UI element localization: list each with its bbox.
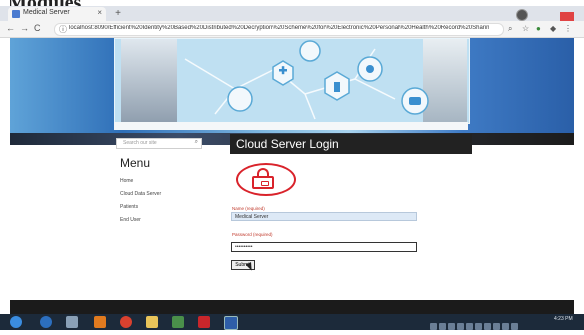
browser-tabbar: Medical Server × + — [0, 6, 584, 22]
search-placeholder: Search our site — [123, 140, 157, 146]
header-banner-image — [114, 38, 470, 124]
medical-network-graphic — [184, 40, 429, 120]
lock-icon — [236, 163, 296, 196]
folder-icon[interactable] — [146, 316, 158, 328]
password-label: Password (required) — [232, 232, 273, 237]
page-footer — [10, 300, 574, 314]
tray-icon[interactable] — [493, 323, 500, 330]
search-icon[interactable]: ⌕ — [195, 139, 198, 146]
tray-icon[interactable] — [439, 323, 446, 330]
tab-title: Medical Server — [23, 9, 70, 16]
extension-icon-2[interactable]: ◆ — [550, 24, 556, 33]
zoom-icon[interactable]: ⌕ — [508, 24, 512, 34]
tray-icon[interactable] — [511, 323, 518, 330]
firefox-icon[interactable] — [94, 316, 106, 328]
bookmark-star-icon[interactable]: ☆ — [522, 24, 529, 33]
chrome-icon[interactable] — [120, 316, 132, 328]
address-bar[interactable]: ⓘ localhost:8090/Efficient%20Identity%20… — [54, 23, 504, 36]
tab-close-icon[interactable]: × — [97, 8, 102, 17]
tray-icon[interactable] — [502, 323, 509, 330]
explorer-icon[interactable] — [66, 316, 78, 328]
menu-item-home[interactable]: Home — [120, 178, 133, 184]
tray-icon[interactable] — [457, 323, 464, 330]
screen-app-icon[interactable] — [224, 316, 238, 330]
new-tab-button[interactable]: + — [113, 9, 123, 19]
login-title: Cloud Server Login — [236, 137, 339, 151]
page-content — [10, 145, 574, 300]
profile-avatar[interactable] — [516, 9, 528, 21]
login-title-bar: Cloud Server Login — [230, 134, 472, 154]
app-icon[interactable] — [172, 316, 184, 328]
menu-item-end-user[interactable]: End User — [120, 217, 141, 223]
pdf-icon[interactable] — [198, 316, 210, 328]
browser-tab[interactable]: Medical Server × — [8, 7, 106, 21]
taskbar: 4:23 PM — [0, 314, 584, 330]
lock-body — [252, 176, 274, 189]
taskbar-clock[interactable]: 4:23 PM — [554, 316, 573, 322]
reload-button[interactable]: C — [34, 23, 41, 33]
password-field[interactable] — [231, 242, 417, 252]
menu-heading: Menu — [120, 156, 151, 170]
lock-keyhole — [261, 181, 269, 186]
banner-bottom-strip — [114, 122, 468, 130]
menu-dots-icon[interactable]: ⋮ — [564, 24, 572, 33]
back-button[interactable]: ← — [6, 23, 15, 33]
system-tray — [430, 317, 540, 330]
menu-item-cloud-data-server[interactable]: Cloud Data Server — [120, 191, 161, 197]
name-label: Name (required) — [232, 206, 265, 211]
tray-icon[interactable] — [448, 323, 455, 330]
ie-icon[interactable] — [40, 316, 52, 328]
tray-icon[interactable] — [475, 323, 482, 330]
search-input[interactable]: Search our site ⌕ — [116, 138, 202, 149]
start-button[interactable] — [10, 316, 22, 328]
browser-toolbar: ← → C ⓘ localhost:8090/Efficient%20Ident… — [0, 21, 584, 38]
tray-icon[interactable] — [430, 323, 437, 330]
favicon-icon — [12, 10, 20, 18]
window-controls — [532, 9, 578, 22]
extension-icon[interactable]: ● — [536, 24, 541, 33]
tray-icon[interactable] — [466, 323, 473, 330]
forward-button[interactable]: → — [20, 23, 29, 33]
name-field[interactable] — [231, 212, 417, 221]
menu-item-patients[interactable]: Patients — [120, 204, 138, 210]
tray-icon[interactable] — [484, 323, 491, 330]
site-info-icon[interactable]: ⓘ — [59, 24, 67, 35]
address-url[interactable]: localhost:8090/Efficient%20Identity%20Ba… — [69, 25, 489, 31]
